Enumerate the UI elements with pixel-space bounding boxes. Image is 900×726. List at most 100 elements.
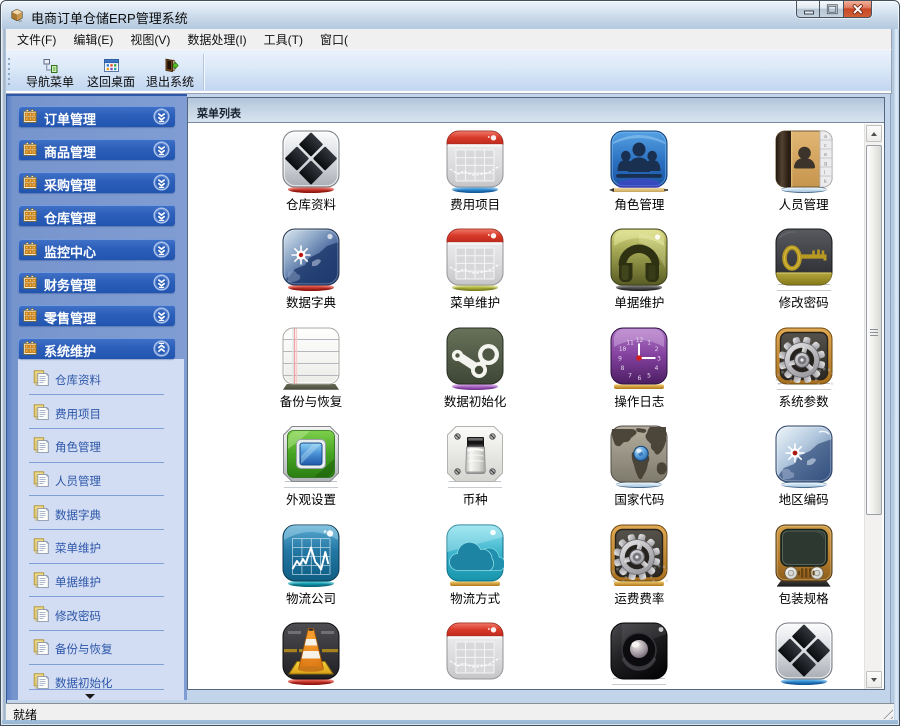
sidebar-section-6[interactable]: 零售管理: [18, 305, 175, 326]
sidebar-item-8[interactable]: 备份与恢复: [18, 637, 184, 665]
document-copy-icon: [33, 606, 49, 623]
calendar-icon[interactable]: [446, 622, 504, 680]
navigation-menu-icon: [42, 57, 59, 74]
users-icon[interactable]: [610, 130, 668, 188]
menu-bar: 文件(F) 编辑(E) 视图(V) 数据处理(I) 工具(T) 窗口(: [6, 29, 892, 50]
tv-icon[interactable]: [775, 524, 833, 582]
main-area: 仓库资料费用项目角色管理人员管理数据字典菜单维护单据维护修改密码备份与恢复数据初…: [6, 94, 891, 703]
menu-item-4[interactable]: 工具(T): [264, 31, 303, 48]
diamonds-icon[interactable]: [282, 130, 340, 188]
sidebar-item-6[interactable]: 单据维护: [18, 570, 184, 598]
sidebar-item-1[interactable]: 费用项目: [18, 402, 184, 430]
sidebar-section-2[interactable]: 采购管理: [18, 172, 175, 194]
vertical-scrollbar[interactable]: [864, 124, 882, 689]
window-title: 电商订单仓储ERP管理系统: [31, 11, 188, 26]
app-window: 电商订单仓储ERP管理系统 文件(F) 编辑(E) 视图(V) 数据处理(I) 工具(T…: [0, 0, 900, 726]
title-bar[interactable]: 电商订单仓储ERP管理系统: [1, 1, 899, 29]
grid-building-icon: [23, 109, 37, 123]
list-separator: [29, 630, 164, 632]
minimize-button[interactable]: [796, 1, 820, 18]
sidebar-item-0[interactable]: 仓库资料: [18, 368, 184, 396]
toolbar-grip[interactable]: [8, 58, 11, 88]
chevron-down-icon[interactable]: [153, 108, 170, 125]
grid-building-icon: [23, 142, 37, 156]
notepad-icon[interactable]: [282, 327, 340, 385]
close-button[interactable]: [844, 1, 872, 18]
maplight-icon[interactable]: [775, 425, 833, 483]
sidebar-section-0[interactable]: 订单管理: [18, 105, 175, 127]
menu-item-5[interactable]: 窗口(: [320, 31, 348, 48]
lens-icon[interactable]: [610, 622, 668, 680]
chevron-down-icon[interactable]: [153, 274, 170, 291]
document-copy-icon: [33, 572, 49, 589]
chevron-down-icon[interactable]: [153, 241, 170, 258]
mapdark-icon[interactable]: [282, 228, 340, 286]
sidebar-section-4[interactable]: 监控中心: [18, 238, 175, 260]
sidebar-section-5[interactable]: 财务管理: [18, 271, 175, 293]
gears-icon[interactable]: [775, 327, 833, 385]
clouds-icon[interactable]: [446, 524, 504, 582]
menu-item-2[interactable]: 视图(V): [130, 31, 170, 48]
steam-icon[interactable]: [446, 327, 504, 385]
document-copy-icon: [33, 639, 49, 656]
panel-header: 菜单列表: [188, 98, 884, 123]
status-bar: 就绪: [6, 703, 894, 722]
menu-item-1[interactable]: 编辑(E): [73, 31, 113, 48]
scrollbar-thumb[interactable]: [866, 145, 882, 515]
calendar-icon[interactable]: [446, 130, 504, 188]
scrollbar-down-button[interactable]: [866, 671, 882, 688]
toolbar-separator: [203, 54, 205, 90]
toolbar: 导航菜单 这回桌面 退出系统: [6, 50, 892, 94]
panel-body: 仓库资料 费用项目 角色管理 人员管理 数据字典 菜单维护 单据维护 修改密码 备份与恢复 数据初…: [188, 124, 884, 689]
down-arrow-icon: [871, 678, 877, 682]
sidebar-item-4[interactable]: 数据字典: [18, 503, 184, 531]
list-separator: [29, 689, 164, 690]
sidebar-item-9[interactable]: 数据初始化: [18, 671, 184, 699]
app-box-icon: [9, 7, 26, 24]
toolbar-button-0[interactable]: 导航菜单: [21, 55, 79, 92]
sidebar-item-5[interactable]: 菜单维护: [18, 536, 184, 564]
menu-item-3[interactable]: 数据处理(I): [187, 31, 246, 48]
sidebar-item-3[interactable]: 人员管理: [18, 469, 184, 497]
maximize-button[interactable]: [820, 1, 844, 18]
sidebar-section-3[interactable]: 仓库管理: [18, 205, 175, 227]
book-icon[interactable]: [775, 130, 833, 188]
chevron-down-icon[interactable]: [153, 174, 170, 191]
diamonds-icon[interactable]: [775, 622, 833, 680]
scrollbar-up-button[interactable]: [866, 125, 882, 142]
headphones-icon[interactable]: [610, 228, 668, 286]
sidebar-item-2[interactable]: 角色管理: [18, 435, 184, 463]
chevron-up-icon[interactable]: [153, 340, 170, 357]
menu-item-0[interactable]: 文件(F): [17, 31, 56, 48]
worldmap-icon[interactable]: [610, 425, 668, 483]
sidebar-section-7[interactable]: 系统维护: [18, 338, 175, 360]
vlccone-icon[interactable]: [282, 622, 340, 680]
list-separator: [29, 562, 164, 564]
sidebar-scroll-down-icon[interactable]: [85, 694, 95, 699]
clock-icon[interactable]: [610, 327, 668, 385]
sidebar-expanded-list: 仓库资料费用项目角色管理人员管理数据字典菜单维护单据维护修改密码备份与恢复数据初…: [18, 359, 184, 700]
calendar-icon[interactable]: [446, 228, 504, 286]
chevron-down-icon[interactable]: [153, 207, 170, 224]
document-copy-icon: [33, 673, 49, 690]
list-separator: [29, 428, 164, 430]
list-separator: [29, 495, 164, 497]
gears-icon[interactable]: [610, 524, 668, 582]
nested-icon[interactable]: [282, 425, 340, 483]
chart-icon[interactable]: [282, 524, 340, 582]
document-copy-icon: [33, 437, 49, 454]
chevron-down-icon[interactable]: [153, 141, 170, 158]
list-separator: [29, 596, 164, 598]
sidebar-item-7[interactable]: 修改密码: [18, 604, 184, 632]
resize-grip[interactable]: [879, 705, 893, 719]
document-copy-icon: [33, 538, 49, 555]
toolbar-button-1[interactable]: 这回桌面: [82, 55, 140, 92]
chevron-down-icon[interactable]: [153, 307, 170, 324]
list-separator: [29, 529, 164, 531]
document-copy-icon: [33, 471, 49, 488]
key-icon[interactable]: [775, 228, 833, 286]
grid-building-icon: [23, 175, 37, 189]
switch-icon[interactable]: [446, 425, 504, 483]
sidebar-section-1[interactable]: 商品管理: [18, 139, 175, 160]
toolbar-button-2[interactable]: 退出系统: [141, 55, 199, 92]
